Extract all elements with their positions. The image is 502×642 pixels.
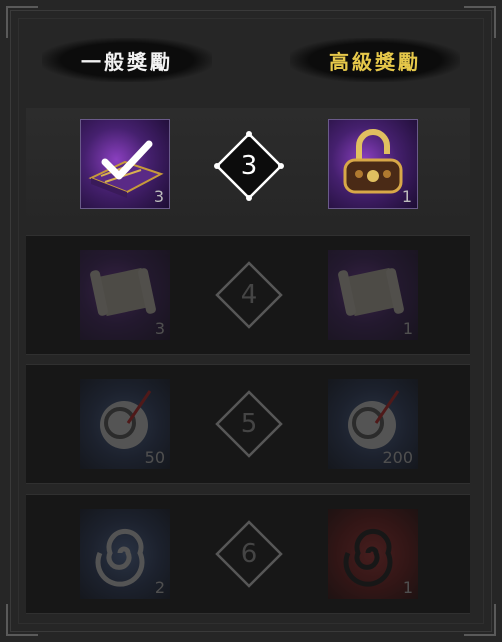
normal-reward-slot[interactable]: 3 <box>80 119 170 209</box>
normal-reward-slot[interactable]: 3 <box>80 250 170 340</box>
level-diamond: 6 <box>214 519 284 589</box>
reward-row-level-4: 3 4 1 <box>26 235 470 355</box>
item-quantity: 1 <box>401 187 412 206</box>
item-quantity: 3 <box>153 187 164 206</box>
reward-row-level-3: 3 3 1 <box>26 108 470 228</box>
item-quantity: 1 <box>402 319 413 338</box>
reward-row-level-5: 50 5 200 <box>26 364 470 484</box>
item-quantity: 50 <box>144 448 165 467</box>
advanced-reward-slot[interactable]: 1 <box>328 250 418 340</box>
normal-reward-slot[interactable]: 50 <box>80 379 170 469</box>
normal-reward-slot[interactable]: 2 <box>80 509 170 599</box>
normal-reward-header: 一般獎勵 <box>42 38 212 82</box>
level-diamond: 4 <box>214 260 284 330</box>
reward-row-level-6: 2 6 1 <box>26 494 470 614</box>
corner-ornament <box>6 6 38 38</box>
level-diamond: 5 <box>214 389 284 459</box>
reward-panel: 一般獎勵 高級獎勵 3 3 1 3 4 1 50 5 200 2 6 1 <box>0 0 502 642</box>
advanced-reward-slot[interactable]: 200 <box>328 379 418 469</box>
check-icon <box>101 140 153 180</box>
advanced-reward-slot[interactable]: 1 <box>328 509 418 599</box>
corner-ornament <box>464 6 496 38</box>
advanced-reward-header: 高級獎勵 <box>290 38 460 82</box>
advanced-reward-slot[interactable]: 1 <box>328 119 418 209</box>
level-number: 3 <box>240 151 258 181</box>
level-number: 5 <box>240 409 258 439</box>
item-quantity: 200 <box>382 448 413 467</box>
item-quantity: 3 <box>154 319 165 338</box>
item-quantity: 2 <box>154 578 165 597</box>
level-number: 6 <box>240 539 258 569</box>
level-diamond: 3 <box>214 131 284 201</box>
level-number: 4 <box>240 280 258 310</box>
item-quantity: 1 <box>402 578 413 597</box>
